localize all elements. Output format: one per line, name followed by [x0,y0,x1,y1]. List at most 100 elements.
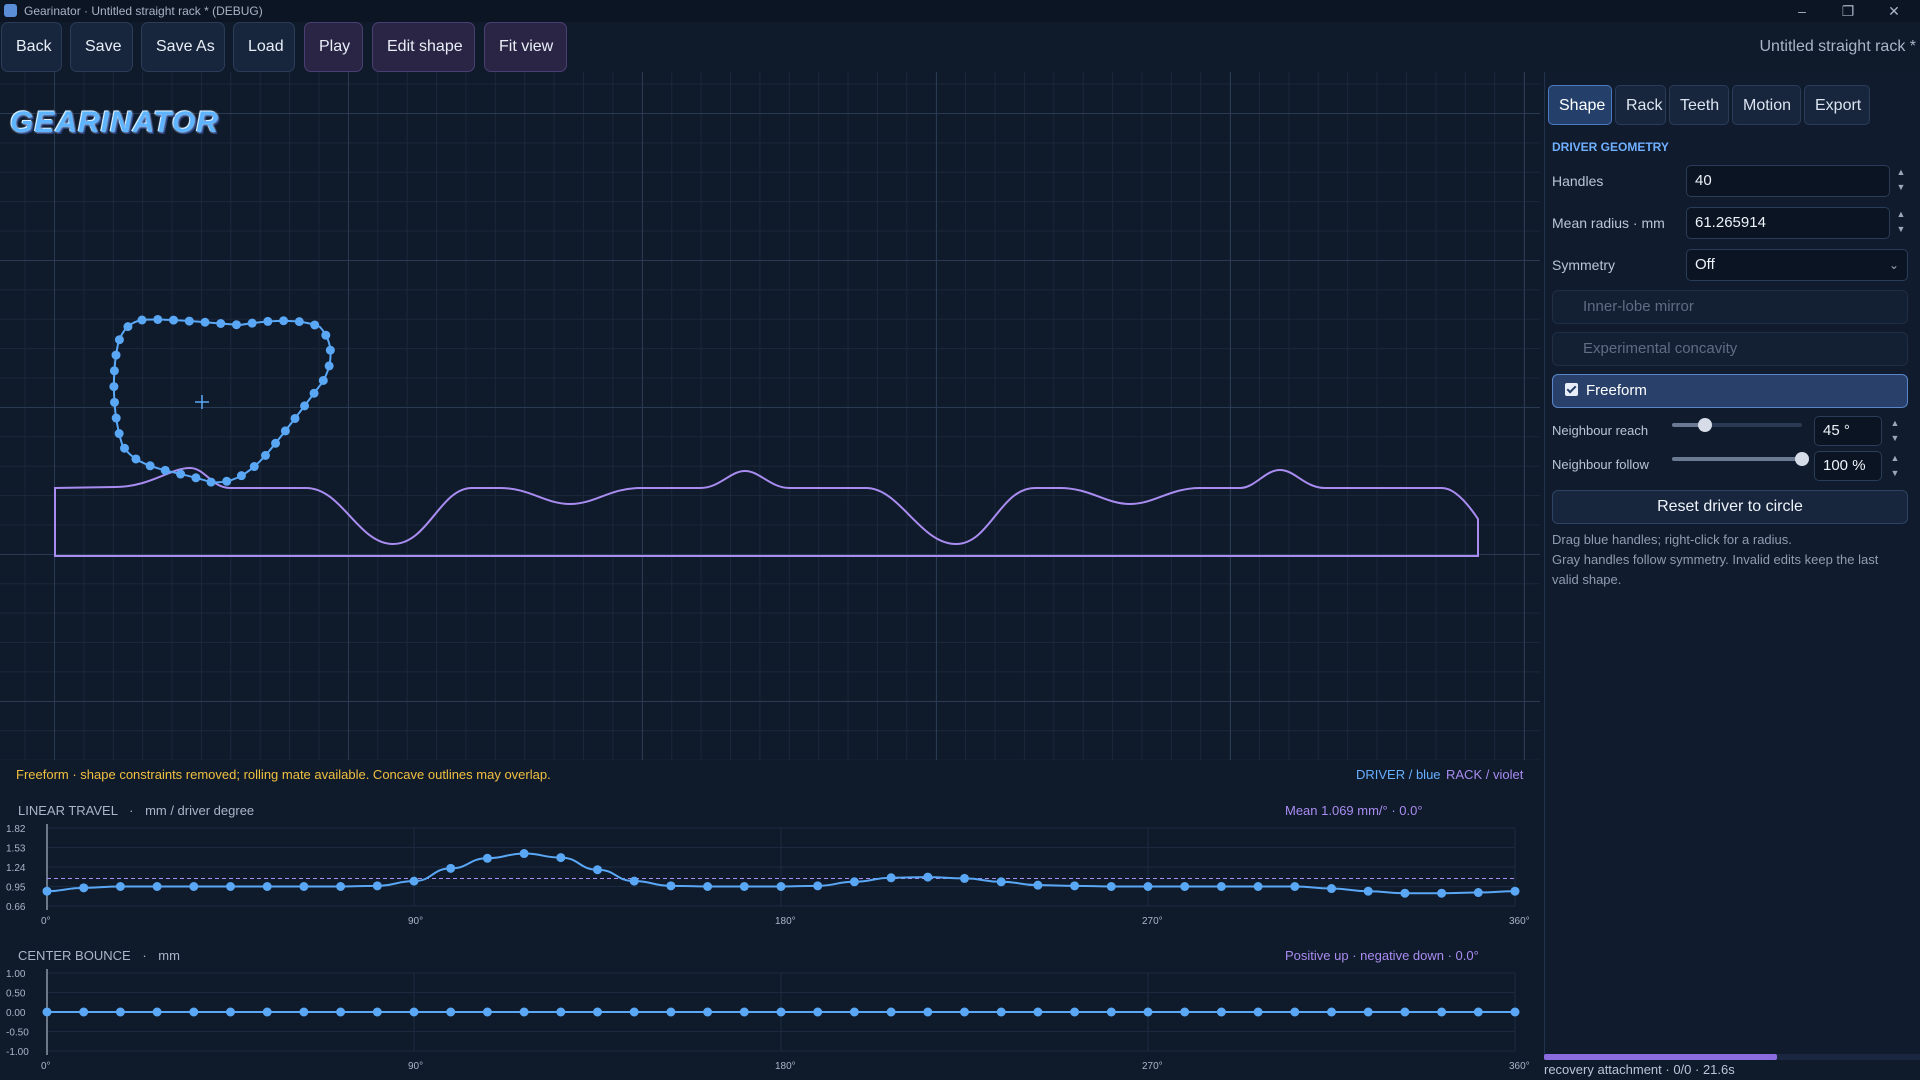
data-point [1473,888,1483,898]
data-point [1106,1007,1116,1017]
reset-driver-button[interactable]: Reset driver to circle [1552,490,1908,524]
freeform-label: Freeform [1586,382,1647,399]
fit-view-button[interactable]: Fit view [484,22,567,72]
driver-handle[interactable] [153,314,163,324]
driver-handle[interactable] [290,413,300,423]
freeform-toggle[interactable]: Freeform [1552,374,1908,408]
data-point [776,1007,786,1017]
symmetry-select[interactable]: Off ⌄ [1686,249,1908,281]
data-point [1363,886,1373,896]
driver-handle[interactable] [137,315,147,325]
driver-handle[interactable] [169,315,179,325]
play-button[interactable]: Play [304,22,363,72]
neighbour-reach-knob[interactable] [1697,418,1712,432]
driver-handle[interactable] [184,316,194,326]
tab-rack[interactable]: Rack [1615,85,1666,125]
neighbour-reach-stepper[interactable]: ▲ ▼ [1888,416,1902,448]
section-driver-geometry: DRIVER GEOMETRY [1552,140,1669,154]
restore-icon[interactable]: ❐ [1828,1,1868,21]
load-button[interactable]: Load [233,22,295,72]
driver-handle[interactable] [236,471,246,481]
data-point [42,886,52,896]
driver-handle[interactable] [176,469,186,479]
data-point [813,881,823,891]
editor-canvas[interactable] [0,72,1540,760]
driver-handle[interactable] [321,330,331,340]
symmetry-label: Symmetry [1552,257,1615,273]
x-tick-label: 180° [775,1061,796,1072]
driver-handle[interactable] [145,461,155,471]
driver-handle[interactable] [309,388,319,398]
driver-handle[interactable] [109,382,119,392]
mean-radius-stepper[interactable]: ▲ ▼ [1894,207,1908,239]
driver-handle[interactable] [111,350,121,360]
y-tick-label: 0.95 [6,883,26,894]
driver-handles[interactable] [109,314,335,487]
data-point [923,1007,933,1017]
save-as-button[interactable]: Save As [141,22,225,72]
data-point [1070,881,1080,891]
driver-handle[interactable] [160,465,170,475]
driver-handle[interactable] [247,318,257,328]
tab-shape[interactable]: Shape [1548,85,1612,125]
driver-handle[interactable] [206,477,216,487]
driver-handle[interactable] [191,473,201,483]
experimental-concavity-toggle[interactable]: Experimental concavity [1552,332,1908,366]
driver-handle[interactable] [271,438,281,448]
driver-handle[interactable] [325,345,335,355]
edit-shape-button[interactable]: Edit shape [372,22,475,72]
driver-handle[interactable] [300,401,310,411]
data-point [115,1007,125,1017]
data-point [336,1007,346,1017]
data-point [42,1007,52,1017]
driver-handle[interactable] [260,450,270,460]
driver-handle[interactable] [263,316,273,326]
handles-stepper[interactable]: ▲ ▼ [1894,165,1908,197]
handles-label: Handles [1552,173,1604,189]
driver-handle[interactable] [109,366,119,376]
save-button[interactable]: Save [70,22,133,72]
driver-handle[interactable] [249,462,259,472]
rack-outline[interactable] [54,466,1479,557]
data-point [960,1007,969,1017]
data-point [556,853,566,863]
handles-input[interactable]: 40 [1686,165,1890,197]
neighbour-reach-input[interactable]: 45 ° [1814,416,1882,446]
neighbour-reach-slider[interactable] [1672,418,1802,432]
back-button[interactable]: Back [1,22,62,72]
chevron-down-icon: ⌄ [1888,258,1899,272]
mean-radius-input[interactable]: 61.265914 [1686,207,1890,239]
driver-handle[interactable] [200,317,210,327]
driver-handle[interactable] [222,476,232,486]
driver-handle[interactable] [216,319,226,329]
driver-handle[interactable] [279,316,289,326]
driver-handle[interactable] [324,361,334,371]
driver-handle[interactable] [120,443,130,453]
tab-motion[interactable]: Motion [1732,85,1801,125]
driver-outline[interactable] [112,318,332,484]
driver-handle[interactable] [318,375,328,385]
driver-handle[interactable] [310,320,320,330]
driver-handle[interactable] [294,317,304,327]
inner-lobe-mirror-toggle[interactable]: Inner-lobe mirror [1552,290,1908,324]
data-point [960,873,969,883]
driver-handle[interactable] [123,322,133,332]
close-icon[interactable]: ✕ [1874,1,1914,21]
data-point [1510,886,1520,896]
tab-teeth[interactable]: Teeth [1669,85,1729,125]
tab-export[interactable]: Export [1804,85,1870,125]
neighbour-follow-input[interactable]: 100 % [1814,451,1882,481]
driver-handle[interactable] [109,397,119,407]
driver-handle[interactable] [131,454,141,464]
driver-handle[interactable] [111,413,121,423]
neighbour-follow-stepper[interactable]: ▲ ▼ [1888,451,1902,483]
title-bar: Gearinator · Untitled straight rack * (D… [0,0,1920,22]
driver-handle[interactable] [114,429,124,439]
driver-handle[interactable] [231,320,241,330]
neighbour-follow-knob[interactable] [1795,452,1809,466]
minimize-icon[interactable]: – [1782,1,1822,21]
center-bounce-chart: 1.00 0.50 0.00 -0.50 -1.00 0° 90° 180° 270° 360° [6,969,1530,1072]
driver-handle[interactable] [114,335,124,345]
neighbour-follow-slider[interactable] [1672,452,1809,466]
driver-handle[interactable] [280,426,290,436]
